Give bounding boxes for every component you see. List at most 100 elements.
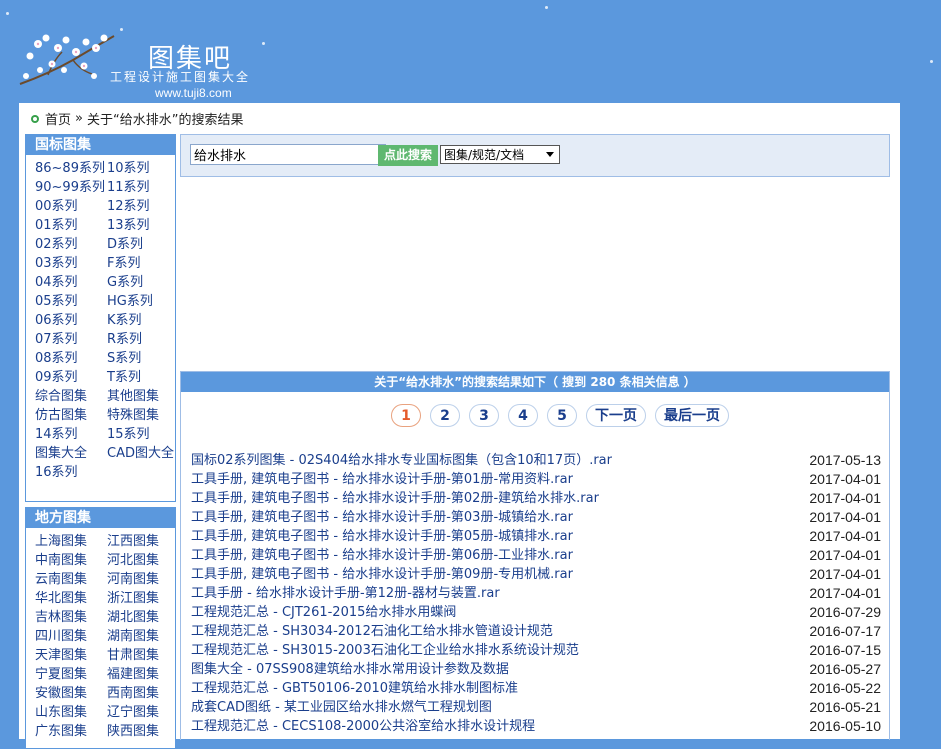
search-results: 关于“给水排水”的搜索结果如下（ 搜到 280 条相关信息 ） 1 2 3 4 5 下一页… [180, 371, 890, 740]
local-atlas-link[interactable]: 河南图集 [107, 570, 179, 589]
result-title-link[interactable]: 工具手册, 建筑电子图书 - 给水排水设计手册-第09册-专用机械.rar [191, 565, 573, 584]
local-atlas-link[interactable]: 云南图集 [35, 570, 107, 589]
local-atlas-link[interactable]: 宁夏图集 [35, 665, 107, 684]
local-atlas-link[interactable]: 辽宁图集 [107, 703, 179, 722]
national-atlas-link[interactable]: R系列 [107, 330, 179, 349]
local-atlas-link[interactable]: 西南图集 [107, 684, 179, 703]
local-atlas-link[interactable]: 福建图集 [107, 665, 179, 684]
result-title-link[interactable]: 工具手册, 建筑电子图书 - 给水排水设计手册-第06册-工业排水.rar [191, 546, 573, 565]
local-atlas-link[interactable]: 华北图集 [35, 589, 107, 608]
page-link[interactable]: 3 [469, 404, 499, 427]
national-atlas-link[interactable]: 图集大全 [35, 444, 107, 463]
result-date: 2017-04-01 [809, 490, 881, 506]
result-row: 工具手册, 建筑电子图书 - 给水排水设计手册-第05册-城镇排水.rar 201… [191, 527, 881, 546]
national-atlas-link[interactable]: 15系列 [107, 425, 179, 444]
national-atlas-list: 86~89系列 10系列 90~99系列 11系列 00系列 12系列 01系列 13系列 02… [26, 155, 175, 482]
national-atlas-link[interactable]: CAD图大全 [107, 444, 179, 463]
result-title-link[interactable]: 成套CAD图纸 - 某工业园区给水排水燃气工程规划图 [191, 698, 492, 717]
national-atlas-link[interactable]: 08系列 [35, 349, 107, 368]
national-atlas-link[interactable]: 其他图集 [107, 387, 179, 406]
page-content: 首页 » 关于“给水排水”的搜索结果 国标图集 86~89系列 10系列 90~99… [19, 103, 900, 749]
result-date: 2016-07-17 [809, 623, 881, 639]
national-atlas-link[interactable]: F系列 [107, 254, 179, 273]
national-atlas-link[interactable]: 00系列 [35, 197, 107, 216]
result-row: 工程规范汇总 - SH3015-2003石油化工企业给水排水系统设计规范 2016… [191, 641, 881, 660]
national-atlas-link[interactable]: S系列 [107, 349, 179, 368]
national-atlas-link[interactable]: 03系列 [35, 254, 107, 273]
national-atlas-link[interactable]: 特殊图集 [107, 406, 179, 425]
national-atlas-link[interactable]: 11系列 [107, 178, 179, 197]
national-atlas-link[interactable]: 14系列 [35, 425, 107, 444]
result-title-link[interactable]: 工程规范汇总 - SH3034-2012石油化工给水排水管道设计规范 [191, 622, 553, 641]
national-atlas-link[interactable]: 07系列 [35, 330, 107, 349]
category-select[interactable]: 图集/规范/文档 [440, 145, 560, 164]
national-atlas-link[interactable]: G系列 [107, 273, 179, 292]
national-atlas-link[interactable]: 13系列 [107, 216, 179, 235]
national-atlas-link[interactable]: 05系列 [35, 292, 107, 311]
result-row: 工程规范汇总 - CECS108-2000公共浴室给水排水设计规程 2016-05… [191, 717, 881, 736]
search-button[interactable]: 点此搜索 [378, 145, 438, 166]
page-link[interactable]: 下一页 [586, 404, 646, 427]
result-title-link[interactable]: 工具手册, 建筑电子图书 - 给水排水设计手册-第01册-常用资料.rar [191, 470, 573, 489]
result-date: 2017-04-01 [809, 547, 881, 563]
national-atlas-link[interactable]: K系列 [107, 311, 179, 330]
result-date: 2017-04-01 [809, 471, 881, 487]
local-atlas-link[interactable]: 湖北图集 [107, 608, 179, 627]
national-atlas-link[interactable]: 综合图集 [35, 387, 107, 406]
national-atlas-link[interactable]: 10系列 [107, 159, 179, 178]
local-atlas-link[interactable]: 河北图集 [107, 551, 179, 570]
result-date: 2017-05-13 [809, 452, 881, 468]
national-atlas-link[interactable]: 01系列 [35, 216, 107, 235]
result-title-link[interactable]: 图集大全 - 07SS908建筑给水排水常用设计参数及数据 [191, 660, 509, 679]
national-atlas-link[interactable]: 06系列 [35, 311, 107, 330]
national-atlas-link[interactable]: HG系列 [107, 292, 179, 311]
local-atlas-link[interactable]: 天津图集 [35, 646, 107, 665]
national-atlas-link[interactable]: 02系列 [35, 235, 107, 254]
page-link[interactable]: 最后一页 [655, 404, 729, 427]
national-atlas-link[interactable]: 仿古图集 [35, 406, 107, 425]
page-link[interactable]: 1 [391, 404, 421, 427]
national-atlas-link[interactable]: T系列 [107, 368, 179, 387]
local-atlas-link[interactable]: 湖南图集 [107, 627, 179, 646]
result-title-link[interactable]: 工程规范汇总 - CJT261-2015给水排水用蝶阀 [191, 603, 456, 622]
result-title-link[interactable]: 工程规范汇总 - GBT50106-2010建筑给水排水制图标准 [191, 679, 518, 698]
page-link[interactable]: 2 [430, 404, 460, 427]
search-input[interactable] [190, 144, 386, 165]
page-link[interactable]: 4 [508, 404, 538, 427]
national-atlas-link[interactable]: 04系列 [35, 273, 107, 292]
local-atlas-link[interactable]: 四川图集 [35, 627, 107, 646]
national-atlas-link[interactable]: 16系列 [35, 463, 107, 482]
result-row: 工具手册, 建筑电子图书 - 给水排水设计手册-第01册-常用资料.rar 201… [191, 470, 881, 489]
result-date: 2016-05-22 [809, 680, 881, 696]
local-atlas-link[interactable]: 陕西图集 [107, 722, 179, 741]
national-atlas-link[interactable]: 12系列 [107, 197, 179, 216]
local-atlas-link[interactable]: 安徽图集 [35, 684, 107, 703]
result-title-link[interactable]: 工具手册, 建筑电子图书 - 给水排水设计手册-第05册-城镇排水.rar [191, 527, 573, 546]
national-atlas-link[interactable]: 90~99系列 [35, 178, 107, 197]
result-title-link[interactable]: 工具手册 - 给水排水设计手册-第12册-器材与装置.rar [191, 584, 500, 603]
local-atlas-link[interactable]: 广东图集 [35, 722, 107, 741]
national-atlas-link[interactable]: 86~89系列 [35, 159, 107, 178]
result-row: 工具手册, 建筑电子图书 - 给水排水设计手册-第03册-城镇给水.rar 201… [191, 508, 881, 527]
local-atlas-link[interactable]: 甘肃图集 [107, 646, 179, 665]
local-atlas-link[interactable]: 中南图集 [35, 551, 107, 570]
local-atlas-panel: 地方图集 上海图集 江西图集 中南图集 河北图集 云南图集 河南图集 华北图集 浙江图集 吉林图… [25, 507, 176, 749]
local-atlas-link[interactable]: 吉林图集 [35, 608, 107, 627]
result-title-link[interactable]: 工具手册, 建筑电子图书 - 给水排水设计手册-第02册-建筑给水排水.rar [191, 489, 599, 508]
page-link[interactable]: 5 [547, 404, 577, 427]
local-atlas-link[interactable]: 上海图集 [35, 532, 107, 551]
local-atlas-link[interactable]: 江西图集 [107, 532, 179, 551]
breadcrumb-home-link[interactable]: 首页 [45, 109, 71, 128]
result-title-link[interactable]: 国标02系列图集 - 02S404给水排水专业国标图集（包含10和17页）.ra… [191, 451, 612, 470]
result-title-link[interactable]: 工程规范汇总 - CECS108-2000公共浴室给水排水设计规程 [191, 717, 535, 736]
national-atlas-link[interactable]: 09系列 [35, 368, 107, 387]
result-title-link[interactable]: 工具手册, 建筑电子图书 - 给水排水设计手册-第03册-城镇给水.rar [191, 508, 573, 527]
local-atlas-link[interactable]: 浙江图集 [107, 589, 179, 608]
breadcrumb: 首页 » 关于“给水排水”的搜索结果 [31, 109, 243, 128]
site-url: www.tuji8.com [155, 86, 232, 100]
national-atlas-link[interactable]: D系列 [107, 235, 179, 254]
result-title-link[interactable]: 工程规范汇总 - SH3015-2003石油化工企业给水排水系统设计规范 [191, 641, 579, 660]
result-row: 成套CAD图纸 - 某工业园区给水排水燃气工程规划图 2016-05-21 [191, 698, 881, 717]
local-atlas-link[interactable]: 山东图集 [35, 703, 107, 722]
result-date: 2016-05-21 [809, 699, 881, 715]
